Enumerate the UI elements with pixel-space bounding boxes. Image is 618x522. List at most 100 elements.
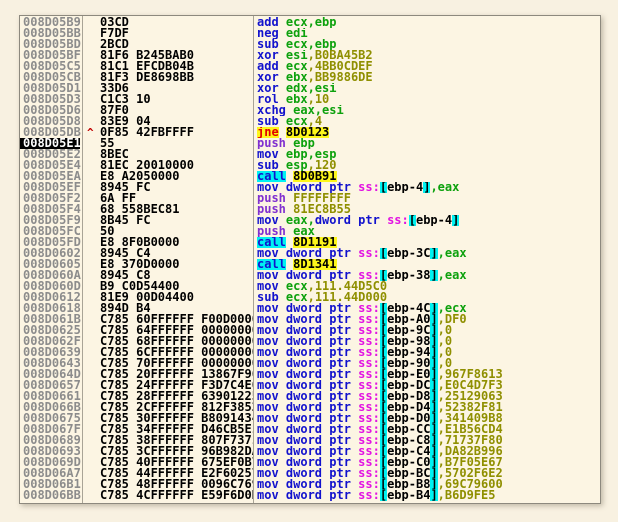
disasm-row[interactable]: 008D0675 C785 30FFFFFF B8091434 mov dword … bbox=[20, 412, 600, 424]
opcode-bytes: C785 70FFFFFF 00000000 bbox=[100, 358, 253, 369]
token-br: [ bbox=[379, 182, 388, 193]
token-pu: push bbox=[257, 138, 294, 149]
token-pl: ebp-98 bbox=[387, 336, 431, 347]
disasm-row[interactable]: 008D05F4 68 558BEC81 push 81EC8B55 bbox=[20, 203, 600, 215]
instruction-text: mov dword ptr ss:[ebp-B8],69C79600 bbox=[257, 479, 600, 490]
disasm-row[interactable]: 008D05BB F7DF neg edi bbox=[20, 27, 600, 39]
token-pl: ebp-38 bbox=[387, 270, 431, 281]
token-pl: ebp-3C bbox=[387, 248, 431, 259]
token-rg: ,ecx bbox=[437, 303, 467, 314]
disasm-row[interactable]: 008D06B1 C785 48FFFFFF 0096C769 mov dword … bbox=[20, 478, 600, 490]
instruction-text: xor edx,esi bbox=[257, 83, 600, 94]
token-rg: ecx bbox=[285, 116, 308, 127]
disasm-row[interactable]: 008D069D C785 40FFFFFF 675EF0B7 mov dword … bbox=[20, 456, 600, 468]
token-sg: ss: bbox=[358, 413, 380, 424]
token-im: ,0 bbox=[437, 347, 453, 358]
disasm-row[interactable]: 008D06BB C785 4CFFFFFF E59F6D0B mov dword … bbox=[20, 489, 600, 501]
token-sg: ss: bbox=[358, 479, 380, 490]
opcode-bytes: E8 370D0000 bbox=[100, 259, 180, 270]
opcode-bytes: 8B45 FC bbox=[100, 215, 151, 226]
opcode-bytes: 8945 FC bbox=[100, 182, 151, 193]
disasm-row[interactable]: 008D0693 C785 3CFFFFFF 96B982DA mov dword … bbox=[20, 445, 600, 457]
token-br: ] bbox=[430, 369, 438, 380]
disasm-row[interactable]: 008D0657 C785 24FFFFFF F3D7C4E0 mov dword … bbox=[20, 379, 600, 391]
disasm-row[interactable]: 008D05FD E8 8F0B0000 call 8D1191 bbox=[20, 236, 600, 248]
disasm-row[interactable]: 008D05BD 2BCD sub ecx,ebp bbox=[20, 38, 600, 50]
token-mn: mov dword ptr bbox=[257, 325, 359, 336]
disasm-row[interactable]: 008D067F C785 34FFFFFF D46CB5E1 mov dword … bbox=[20, 423, 600, 435]
token-br: ] bbox=[430, 358, 438, 369]
instruction-text: mov dword ptr ss:[ebp-B4],B6D9FE5 bbox=[257, 490, 600, 501]
disasm-row[interactable]: 008D060D B9 C0D54400 mov ecx,111.44D5C0 bbox=[20, 280, 600, 292]
disasm-row[interactable]: 008D05CB 81F3 DE8698BB xor ebx,BB9886DE bbox=[20, 71, 600, 83]
opcode-bytes: 81C1 EFCDB04B bbox=[100, 61, 194, 72]
opcode-bytes: 68 558BEC81 bbox=[100, 204, 180, 215]
disasm-row[interactable]: 008D0661 C785 28FFFFFF 63901225 mov dword … bbox=[20, 390, 600, 402]
instruction-text: mov dword ptr ss:[ebp-DC],E0C4D7F3 bbox=[257, 380, 600, 391]
disasm-row[interactable]: 008D05E2 8BEC mov ebp,esp bbox=[20, 148, 600, 160]
disasm-row[interactable]: 008D0689 C785 38FFFFFF 807F7371 mov dword … bbox=[20, 434, 600, 446]
disasm-row[interactable]: 008D05D6 87F0 xchg eax,esi bbox=[20, 104, 600, 116]
token-mn: xchg bbox=[257, 105, 294, 116]
disasm-row[interactable]: 008D05E4 81EC 20010000 sub esp,120 bbox=[20, 159, 600, 171]
instruction-text: jne 8D0123 bbox=[257, 127, 600, 138]
token-br: [ bbox=[379, 325, 388, 336]
token-rg: ecx,ebp bbox=[285, 17, 337, 28]
disasm-row[interactable]: 008D05B9 03CD add ecx,ebp bbox=[20, 16, 600, 28]
disasm-row[interactable]: 008D05D8 83E9 04 sub ecx,4 bbox=[20, 115, 600, 127]
disasm-row[interactable]: 008D05D1 33D6 xor edx,esi bbox=[20, 82, 600, 94]
jump-up-arrow-icon: ^ bbox=[87, 126, 94, 139]
disasm-row[interactable]: 008D05F9 8B45 FC mov eax,dword ptr ss:[ebp… bbox=[20, 214, 600, 226]
token-pl: ebp-4 bbox=[387, 182, 424, 193]
token-sg: ss: bbox=[358, 424, 380, 435]
token-br: [ bbox=[379, 303, 388, 314]
token-sg: ss: bbox=[358, 435, 380, 446]
token-mn: add bbox=[257, 61, 286, 72]
disasm-row[interactable]: 008D0612 81E9 00D04400 sub ecx,111.44D000 bbox=[20, 291, 600, 303]
disasm-row[interactable]: 008D05EF 8945 FC mov dword ptr ss:[ebp-4],… bbox=[20, 181, 600, 193]
disasm-row[interactable]: 008D0618 894D B4 mov dword ptr ss:[ebp-4C]… bbox=[20, 302, 600, 314]
instruction-text: mov dword ptr ss:[ebp-4],eax bbox=[257, 182, 600, 193]
token-sg: ss: bbox=[358, 248, 380, 259]
disasm-row[interactable]: 008D064D C785 20FFFFFF 13867F96 mov dword … bbox=[20, 368, 600, 380]
disasm-row[interactable]: 008D0639 C785 6CFFFFFF 00000000 mov dword … bbox=[20, 346, 600, 358]
disasm-row[interactable]: 008D0602 8945 C4 mov dword ptr ss:[ebp-3C]… bbox=[20, 247, 600, 259]
disasm-row[interactable]: 008D05BF 81F6 B245BAB0 xor esi,B0BA45B2 bbox=[20, 49, 600, 61]
token-sg: ss: bbox=[358, 336, 380, 347]
disasm-row[interactable]: 008D060A 8945 C8 mov dword ptr ss:[ebp-38]… bbox=[20, 269, 600, 281]
token-im: ,10 bbox=[307, 94, 330, 105]
token-pl: ebp-D8 bbox=[387, 391, 431, 402]
disasm-row[interactable]: 008D062F C785 68FFFFFF 00000000 mov dword … bbox=[20, 335, 600, 347]
token-mn: dword ptr bbox=[314, 215, 388, 226]
instruction-text: mov dword ptr ss:[ebp-CC],E1B56CD4 bbox=[257, 424, 600, 435]
disasm-row[interactable]: 008D061B C785 60FFFFFF F00D0000 mov dword … bbox=[20, 313, 600, 325]
disasm-row[interactable]: 008D05C5 81C1 EFCDB04B add ecx,4BB0CDEF bbox=[20, 60, 600, 72]
disasm-row[interactable]: 008D06A7 C785 44FFFFFF E2F60257 mov dword … bbox=[20, 467, 600, 479]
disasm-row[interactable]: 008D05E1 55 push ebp bbox=[20, 137, 600, 149]
disasm-row[interactable]: 008D0625 C785 64FFFFFF 00000000 mov dword … bbox=[20, 324, 600, 336]
token-ty: 8D0B91 bbox=[293, 171, 337, 182]
disasm-row[interactable]: 008D05FC 50 push eax bbox=[20, 225, 600, 237]
token-br: ] bbox=[430, 468, 438, 479]
token-br: ] bbox=[452, 215, 460, 226]
token-mn: mov dword ptr bbox=[257, 490, 359, 501]
instruction-text: sub esp,120 bbox=[257, 160, 600, 171]
disasm-row[interactable]: 008D05EA E8 A2050000 call 8D0B91 bbox=[20, 170, 600, 182]
token-rg: esp bbox=[285, 160, 308, 171]
token-br: [ bbox=[379, 347, 388, 358]
token-sg: ss: bbox=[358, 391, 380, 402]
token-ty: 8D1191 bbox=[293, 237, 337, 248]
opcode-bytes: C785 48FFFFFF 0096C769 bbox=[100, 479, 253, 490]
disasm-row[interactable]: 008D05F2 6A FF push FFFFFFFF bbox=[20, 192, 600, 204]
disasm-row[interactable]: 008D066B C785 2CFFFFFF 812F3852 mov dword … bbox=[20, 401, 600, 413]
disasm-row[interactable]: 008D05DB ^ 0F85 42FBFFFF jne 8D0123 bbox=[20, 126, 600, 139]
disasm-row[interactable]: 008D05D3 C1C3 10 rol ebx,10 bbox=[20, 93, 600, 105]
disasm-row[interactable]: 008D0643 C785 70FFFFFF 00000000 mov dword … bbox=[20, 357, 600, 369]
token-mn: mov dword ptr bbox=[257, 303, 359, 314]
token-br: [ bbox=[379, 457, 388, 468]
opcode-bytes: C785 20FFFFFF 13867F96 bbox=[100, 369, 253, 380]
disasm-row[interactable]: 008D0605 E8 370D0000 call 8D1341 bbox=[20, 258, 600, 270]
token-br: [ bbox=[379, 435, 388, 446]
disassembly-panel: 008D05B9 03CD add ecx,ebp 008D05BB F7DF neg e… bbox=[19, 15, 601, 504]
token-rg: edi bbox=[285, 28, 308, 39]
